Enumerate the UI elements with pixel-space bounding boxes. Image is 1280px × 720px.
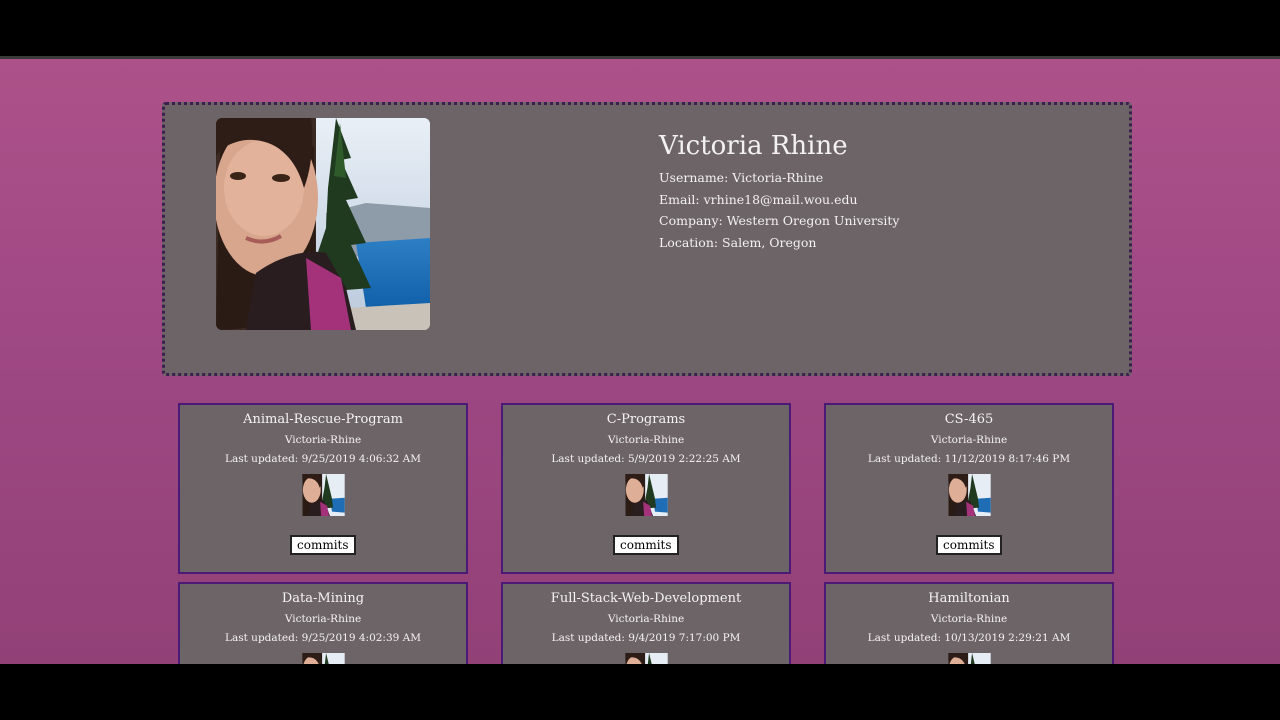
repo-title: Data-Mining — [281, 591, 365, 606]
profile-username: Username: Victoria-Rhine — [659, 170, 824, 185]
repo-owner: Victoria-Rhine — [284, 434, 362, 446]
repo-title: Full-Stack-Web-Development — [550, 591, 742, 606]
repo-card: Animal-Rescue-Program Victoria-Rhine Las… — [178, 403, 468, 574]
profile-info: Victoria Rhine Username: Victoria-Rhine … — [659, 129, 899, 253]
profile-card: Victoria Rhine Username: Victoria-Rhine … — [162, 102, 1132, 376]
repo-owner-avatar — [948, 474, 991, 516]
repo-title: Animal-Rescue-Program — [243, 412, 403, 427]
profile-company: Company: Western Oregon University — [659, 213, 900, 228]
repo-owner: Victoria-Rhine — [930, 434, 1008, 446]
repo-last-updated: Last updated: 9/25/2019 4:02:39 AM — [225, 632, 421, 644]
profile-photo-icon — [302, 653, 345, 664]
profile-avatar — [216, 118, 430, 330]
profile-photo-icon — [216, 118, 430, 330]
profile-location: Location: Salem, Oregon — [659, 234, 817, 250]
repo-last-updated: Last updated: 9/25/2019 4:06:32 AM — [225, 453, 421, 465]
repo-last-updated: Last updated: 11/12/2019 8:17:46 PM — [867, 453, 1071, 465]
repo-owner-avatar — [302, 474, 345, 516]
repo-title: CS-465 — [944, 412, 994, 427]
commits-button[interactable]: commits — [936, 535, 1002, 555]
repo-owner: Victoria-Rhine — [284, 613, 362, 625]
commits-button[interactable]: commits — [613, 535, 679, 555]
bottom-letterbox-bar — [0, 664, 1280, 720]
top-letterbox-bar — [0, 0, 1280, 57]
repo-card: Data-Mining Victoria-Rhine Last updated:… — [178, 582, 468, 664]
profile-email: Email: vrhine18@mail.wou.edu — [659, 191, 858, 207]
repo-card: Hamiltonian Victoria-Rhine Last updated:… — [824, 582, 1114, 664]
repo-title: C-Programs — [606, 412, 686, 427]
repo-owner: Victoria-Rhine — [930, 613, 1008, 625]
repo-title: Hamiltonian — [928, 591, 1010, 606]
page-viewport[interactable]: Victoria Rhine Username: Victoria-Rhine … — [0, 59, 1280, 664]
repo-card: C-Programs Victoria-Rhine Last updated: … — [501, 403, 791, 574]
repo-owner-avatar — [625, 653, 668, 664]
profile-photo-icon — [625, 474, 668, 516]
repo-owner-avatar — [302, 653, 345, 664]
repo-last-updated: Last updated: 5/9/2019 2:22:25 AM — [551, 453, 741, 465]
repo-owner: Victoria-Rhine — [607, 613, 685, 625]
repo-owner-avatar — [948, 653, 991, 664]
repo-card: Full-Stack-Web-Development Victoria-Rhin… — [501, 582, 791, 664]
commits-button[interactable]: commits — [290, 535, 356, 555]
repo-last-updated: Last updated: 10/13/2019 2:29:21 AM — [867, 632, 1071, 644]
profile-name: Victoria Rhine — [659, 131, 848, 161]
repo-last-updated: Last updated: 9/4/2019 7:17:00 PM — [551, 632, 741, 644]
profile-photo-icon — [948, 474, 991, 516]
profile-photo-icon — [948, 653, 991, 664]
repo-card: CS-465 Victoria-Rhine Last updated: 11/1… — [824, 403, 1114, 574]
repo-owner-avatar — [625, 474, 668, 516]
profile-photo-icon — [302, 474, 345, 516]
profile-photo-icon — [625, 653, 668, 664]
repo-owner: Victoria-Rhine — [607, 434, 685, 446]
